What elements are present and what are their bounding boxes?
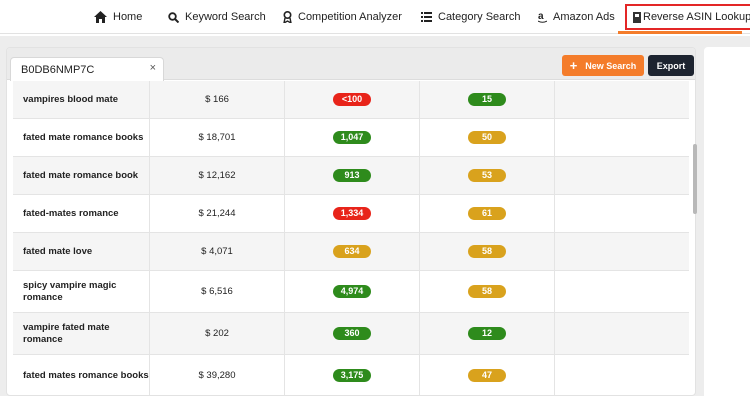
home-icon (94, 11, 107, 23)
keyword-cell: spicy vampire magic romance (13, 271, 150, 312)
table-row: vampire fated mate romance $ 202 360 12 (13, 313, 689, 355)
keyword-cell: vampires blood mate (13, 81, 150, 118)
score-badge: 53 (468, 169, 506, 182)
nav-competition-analyzer[interactable]: Competition Analyzer (283, 0, 402, 34)
nav-amazon-ads-label: Amazon Ads (553, 11, 615, 23)
rank-badge: <100 (333, 93, 371, 106)
extra-cell (555, 157, 689, 194)
extra-cell (555, 355, 689, 395)
new-search-label: New Search (585, 60, 637, 71)
score-badge: 58 (468, 285, 506, 298)
book-icon (633, 11, 641, 23)
results-panel: B0DB6NMP7C × + New Search Export vampire… (6, 47, 696, 396)
price-cell: $ 202 (150, 313, 285, 354)
price-cell: $ 18,701 (150, 119, 285, 156)
price-cell: $ 166 (150, 81, 285, 118)
top-nav: Home Keyword Search Competition Analyzer… (0, 0, 750, 34)
award-icon (283, 11, 292, 23)
nav-home-label: Home (113, 11, 143, 23)
tab-bar: B0DB6NMP7C × + New Search Export (7, 48, 695, 81)
results-table: vampires blood mate $ 166 <100 15 fated … (13, 81, 689, 395)
rank-badge: 3,175 (333, 369, 371, 382)
score-badge: 61 (468, 207, 506, 220)
tab-asin-label: B0DB6NMP7C (21, 64, 95, 76)
extra-cell (555, 119, 689, 156)
new-search-button[interactable]: + New Search (562, 55, 644, 76)
tab-asin[interactable]: B0DB6NMP7C × (10, 57, 164, 81)
export-label: Export (656, 60, 686, 71)
nav-amazon-ads[interactable]: a Amazon Ads (538, 0, 615, 34)
keyword-cell: fated mates romance books (13, 355, 150, 395)
keyword-cell: fated mate romance book (13, 157, 150, 194)
rank-badge: 1,047 (333, 131, 371, 144)
score-badge: 58 (468, 245, 506, 258)
keyword-cell: fated mate romance books (13, 119, 150, 156)
keyword-cell: fated-mates romance (13, 195, 150, 232)
score-badge: 50 (468, 131, 506, 144)
extra-cell (555, 233, 689, 270)
table-row: fated mates romance books $ 39,280 3,175… (13, 355, 689, 395)
list-icon (421, 12, 432, 22)
keyword-cell: fated mate love (13, 233, 150, 270)
scrollbar-thumb[interactable] (693, 144, 697, 214)
table-row: fated mate romance books $ 18,701 1,047 … (13, 119, 689, 157)
extra-cell (555, 271, 689, 312)
table-row: fated mate romance book $ 12,162 913 53 (13, 157, 689, 195)
amazon-icon: a (538, 11, 547, 23)
score-badge: 12 (468, 327, 506, 340)
side-panel (704, 47, 750, 396)
active-underline (618, 31, 742, 34)
nav-home[interactable]: Home (94, 0, 142, 34)
plus-icon: + (569, 58, 578, 73)
price-cell: $ 39,280 (150, 355, 285, 395)
extra-cell (555, 81, 689, 118)
close-icon[interactable]: × (150, 62, 156, 74)
table-row: fated mate love $ 4,071 634 58 (13, 233, 689, 271)
nav-keyword-search-label: Keyword Search (185, 11, 266, 23)
score-badge: 15 (468, 93, 506, 106)
nav-category-search[interactable]: Category Search (421, 0, 521, 34)
price-cell: $ 6,516 (150, 271, 285, 312)
table-row: spicy vampire magic romance $ 6,516 4,97… (13, 271, 689, 313)
nav-competition-analyzer-label: Competition Analyzer (298, 11, 402, 23)
extra-cell (555, 313, 689, 354)
rank-badge: 1,334 (333, 207, 371, 220)
rank-badge: 913 (333, 169, 371, 182)
table-row: fated-mates romance $ 21,244 1,334 61 (13, 195, 689, 233)
table-row: vampires blood mate $ 166 <100 15 (13, 81, 689, 119)
rank-badge: 4,974 (333, 285, 371, 298)
rank-badge: 634 (333, 245, 371, 258)
nav-keyword-search[interactable]: Keyword Search (168, 0, 266, 34)
nav-category-search-label: Category Search (438, 11, 521, 23)
score-badge: 47 (468, 369, 506, 382)
price-cell: $ 12,162 (150, 157, 285, 194)
extra-cell (555, 195, 689, 232)
price-cell: $ 4,071 (150, 233, 285, 270)
nav-reverse-asin-lookup-label: Reverse ASIN Lookup (643, 11, 750, 23)
price-cell: $ 21,244 (150, 195, 285, 232)
rank-badge: 360 (333, 327, 371, 340)
export-button[interactable]: Export (648, 55, 694, 76)
nav-reverse-asin-lookup[interactable]: Reverse ASIN Lookup (625, 4, 750, 30)
keyword-cell: vampire fated mate romance (13, 313, 150, 354)
search-icon (168, 11, 179, 23)
svg-text:a: a (538, 11, 544, 22)
